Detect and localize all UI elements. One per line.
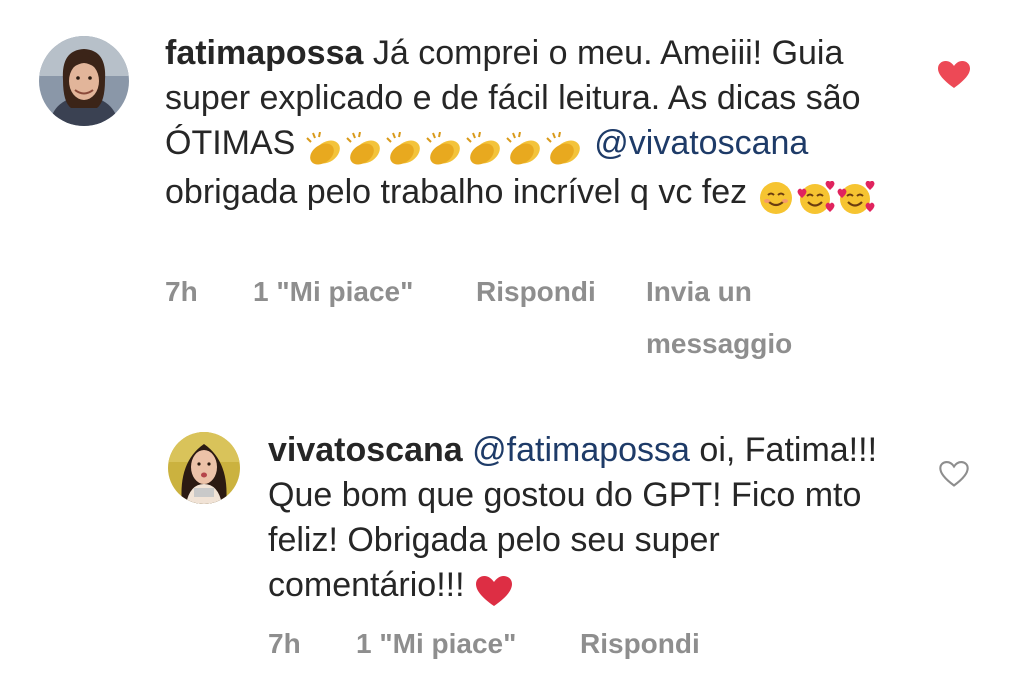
like-heart-icon[interactable] <box>937 60 971 95</box>
clapping-hands-icon <box>506 132 540 165</box>
send-message-button-line1[interactable]: Invia un <box>646 266 752 318</box>
send-message-button-line2[interactable]: messaggio <box>646 318 792 370</box>
comment-timestamp: 7h <box>165 276 198 307</box>
clapping-hands-icon <box>306 132 340 165</box>
red-heart-icon <box>475 576 512 607</box>
reply-username[interactable]: vivatoscana <box>268 431 463 469</box>
clapping-hands-icon <box>466 132 500 165</box>
clapping-hands-icon <box>426 132 460 165</box>
mention-link[interactable]: @fatimapossa <box>472 431 690 469</box>
reply-meta: 7h 1 "Mi piace" Rispondi <box>268 618 888 670</box>
reply-button[interactable]: Rispondi <box>476 266 596 318</box>
comment-username[interactable]: fatimapossa <box>165 34 363 72</box>
red-heart-emoji <box>474 567 514 612</box>
clapping-hands-icon <box>346 132 380 165</box>
clap-emoji-group <box>305 125 585 170</box>
mention-link[interactable]: @vivatoscana <box>594 124 808 162</box>
reply-button[interactable]: Rispondi <box>580 618 700 670</box>
clapping-hands-icon <box>386 132 420 165</box>
comment-meta: 7h 1 "Mi piace" Rispondi Invia un messag… <box>165 266 885 376</box>
likes-count-button[interactable]: 1 "Mi piace" <box>356 618 516 670</box>
reply-text: vivatoscana @fatimapossa oi, Fatima!!! Q… <box>268 428 888 612</box>
smiling-face-icon <box>759 182 792 215</box>
comment-body-part2: obrigada pelo trabalho incrível q vc fez <box>165 173 748 211</box>
smiling-face-with-hearts-icon <box>797 181 835 215</box>
like-heart-outline-icon[interactable] <box>939 460 969 493</box>
smiling-face-with-hearts-icon <box>837 181 875 215</box>
comment-item: fatimapossa Já comprei o meu. Ameiii! Gu… <box>0 0 1024 380</box>
avatar[interactable] <box>39 36 129 126</box>
reply-item: vivatoscana @fatimapossa oi, Fatima!!! Q… <box>0 400 1024 685</box>
reply-timestamp: 7h <box>268 628 301 659</box>
avatar[interactable] <box>168 432 240 504</box>
comment-text: fatimapossa Já comprei o meu. Ameiii! Gu… <box>165 31 885 219</box>
face-emoji-group <box>757 174 875 219</box>
clapping-hands-icon <box>546 132 580 165</box>
likes-count-button[interactable]: 1 "Mi piace" <box>253 266 413 318</box>
